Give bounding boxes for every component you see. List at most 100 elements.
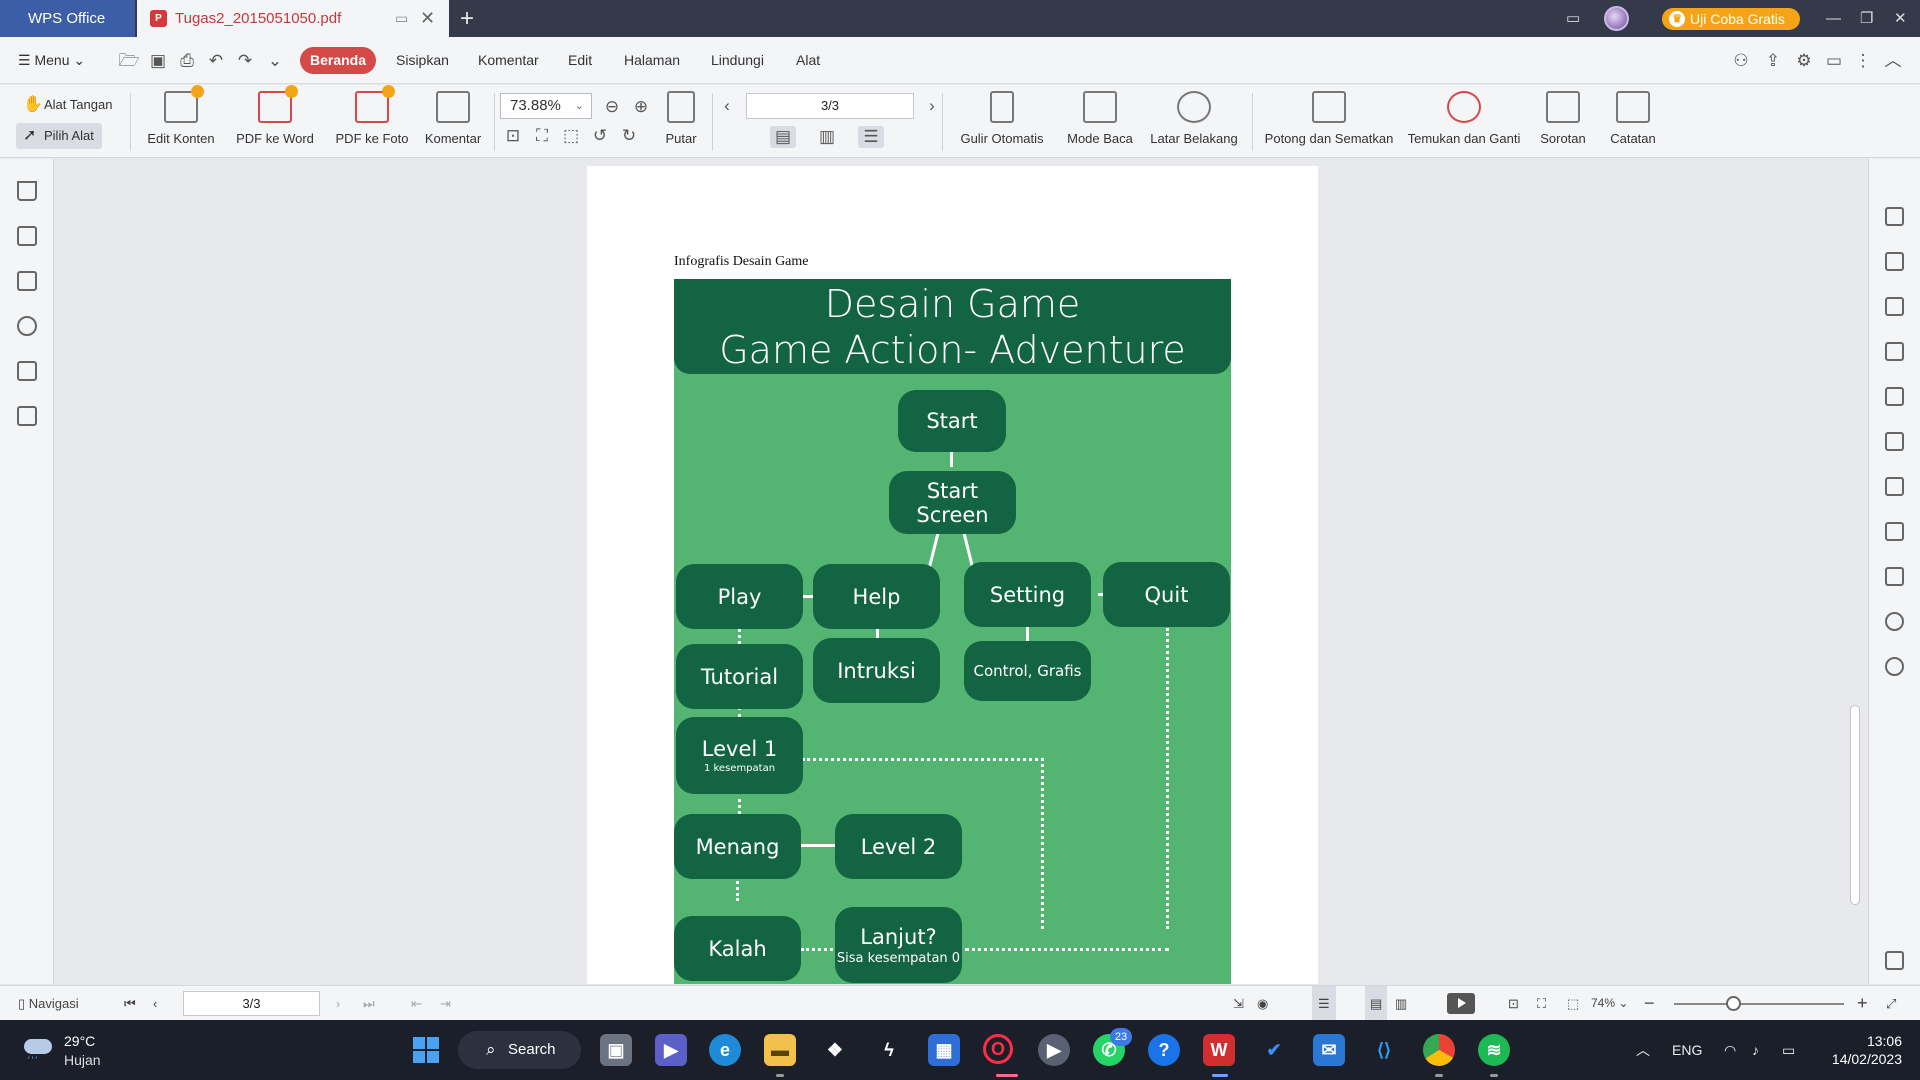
redo-icon[interactable]: ↷	[234, 50, 256, 72]
store-icon[interactable]: ▦	[928, 1034, 960, 1066]
fullscreen-icon[interactable]: ⤢	[1886, 986, 1896, 1021]
auto-scroll-button[interactable]: Gulir Otomatis	[952, 85, 1052, 158]
tab-sisipkan[interactable]: Sisipkan	[396, 37, 449, 84]
edit-text-icon[interactable]	[1885, 252, 1904, 271]
undo-icon[interactable]: ↶	[205, 50, 227, 72]
ocr-icon[interactable]	[1885, 567, 1904, 586]
dual-page-icon[interactable]: ▥	[812, 126, 842, 148]
compare-icon[interactable]	[1885, 477, 1904, 496]
single-page-icon[interactable]: ▤	[770, 126, 796, 148]
more-icon[interactable]: ⋮	[1852, 50, 1874, 72]
zoom-slider-track[interactable]	[1674, 1003, 1844, 1005]
vscode-icon[interactable]: ⟨⟩	[1368, 1034, 1400, 1066]
collapse-ribbon-icon[interactable]: ︿	[1882, 50, 1904, 72]
avatar[interactable]	[1604, 6, 1629, 31]
scroll-mode-icon[interactable]: ☰	[1312, 986, 1336, 1021]
last-page-icon[interactable]: ⏭	[363, 986, 375, 1021]
weather-description[interactable]: Hujan	[64, 1052, 101, 1068]
volume-icon[interactable]: ♪	[1752, 1020, 1759, 1080]
task-view-icon[interactable]: ▣	[600, 1034, 632, 1066]
dual-page-view-icon[interactable]: ▥	[1395, 986, 1407, 1021]
show-hidden-icons[interactable]: ︿	[1636, 1020, 1650, 1080]
next-page-icon[interactable]: ›	[336, 986, 340, 1021]
attachment-icon[interactable]	[17, 316, 37, 336]
comment-icon[interactable]: ▭	[1823, 50, 1845, 72]
tab-beranda[interactable]: Beranda	[300, 47, 376, 74]
pdf-to-photo-button[interactable]: PDF ke Foto	[332, 85, 412, 158]
read-mode-button[interactable]: Mode Baca	[1060, 85, 1140, 158]
save-icon[interactable]: ▣	[147, 50, 169, 72]
sign-document-icon[interactable]	[17, 406, 37, 426]
prev-page-icon[interactable]: ‹	[716, 95, 738, 117]
background-button[interactable]: Latar Belakang	[1146, 85, 1242, 158]
weather-temperature[interactable]: 29°C	[64, 1033, 95, 1049]
media-player-icon[interactable]: ▶	[1038, 1034, 1070, 1066]
spotify-icon[interactable]: ≋	[1478, 1034, 1510, 1066]
zoom-level[interactable]: 74% ⌄	[1591, 986, 1628, 1021]
wifi-icon[interactable]: ◠	[1724, 1020, 1736, 1080]
windows-start-icon[interactable]	[413, 1037, 440, 1064]
help-app-icon[interactable]: ?	[1148, 1034, 1180, 1066]
back-icon[interactable]: ⇤	[411, 986, 422, 1021]
system-clock[interactable]: 13:06 14/02/2023	[1826, 1032, 1902, 1068]
layout-icon[interactable]: ▭	[1566, 0, 1580, 37]
thumbnail-icon[interactable]	[17, 226, 37, 246]
mail-icon[interactable]: ✉	[1313, 1034, 1345, 1066]
actual-size-icon[interactable]: ⊡	[502, 125, 524, 147]
help-icon[interactable]	[1885, 657, 1904, 676]
wps-office-icon[interactable]: W	[1203, 1034, 1235, 1066]
meet-icon[interactable]: ▶	[655, 1034, 687, 1066]
tab-lindungi[interactable]: Lindungi	[711, 37, 764, 84]
chrome-icon[interactable]	[1423, 1034, 1455, 1066]
zoom-in-icon[interactable]: ⊕	[630, 96, 652, 118]
pdf-to-word-button[interactable]: PDF ke Word	[230, 85, 320, 158]
forward-icon[interactable]: ⇥	[440, 986, 451, 1021]
open-folder-icon[interactable]: 🗁	[118, 50, 140, 72]
pen-icon[interactable]	[1885, 432, 1904, 451]
document-properties-icon[interactable]	[1885, 207, 1904, 226]
export-page-icon[interactable]: ⇲	[1233, 986, 1244, 1021]
rotate-button[interactable]: Putar	[656, 85, 706, 158]
restore-icon[interactable]: ❐	[1860, 0, 1873, 37]
menu-button[interactable]: ☰ Menu ⌄	[18, 37, 85, 84]
close-window-icon[interactable]: ✕	[1894, 0, 1907, 37]
capcut-icon[interactable]: ϟ	[873, 1034, 905, 1066]
find-replace-button[interactable]: Temukan dan Ganti	[1403, 85, 1525, 158]
apps-grid-icon[interactable]	[1885, 951, 1904, 970]
tab-edit[interactable]: Edit	[568, 37, 592, 84]
highlight-button[interactable]: Sorotan	[1532, 85, 1594, 158]
scrollbar-thumb[interactable]	[1850, 705, 1860, 905]
fit-width-icon[interactable]: ⬚	[560, 125, 582, 147]
tab-halaman[interactable]: Halaman	[624, 37, 680, 84]
fill-form-icon[interactable]	[1885, 297, 1904, 316]
customize-icon[interactable]: ⌄	[264, 50, 286, 72]
battery-icon[interactable]: ▭	[1782, 1020, 1795, 1080]
extract-icon[interactable]	[1885, 387, 1904, 406]
tab-komentar[interactable]: Komentar	[478, 37, 539, 84]
fit-page-status-icon[interactable]: ⛶	[1537, 986, 1546, 1021]
file-explorer-icon[interactable]: ▬	[764, 1034, 796, 1066]
play-slideshow-button[interactable]	[1447, 993, 1475, 1014]
status-page-field[interactable]: 3/3	[183, 991, 320, 1016]
actual-size-status-icon[interactable]: ⊡	[1508, 986, 1519, 1021]
zoom-out-status-icon[interactable]: −	[1644, 986, 1655, 1021]
print-panel-icon[interactable]	[1885, 522, 1904, 541]
zoom-out-icon[interactable]: ⊖	[601, 96, 623, 118]
language-indicator[interactable]: ENG	[1672, 1020, 1702, 1080]
comment-button[interactable]: Komentar	[418, 85, 488, 158]
todo-icon[interactable]: ✔	[1258, 1034, 1290, 1066]
zoom-select[interactable]: 73.88% ⌄	[500, 93, 592, 119]
hand-tool-button[interactable]: ✋ Alat Tangan	[16, 92, 112, 118]
continuous-scroll-icon[interactable]: ☰	[858, 126, 884, 148]
print-icon[interactable]: ⎙	[176, 50, 198, 72]
zoom-slider-knob[interactable]	[1726, 996, 1741, 1011]
opera-icon[interactable]: O	[983, 1034, 1013, 1064]
comment-panel-icon[interactable]	[17, 271, 37, 291]
edit-content-button[interactable]: Edit Konten	[140, 85, 222, 158]
close-tab-icon[interactable]: ✕	[420, 0, 435, 37]
crop-embed-button[interactable]: Potong dan Sematkan	[1262, 85, 1396, 158]
taskbar-search[interactable]: ⌕ Search	[458, 1031, 581, 1069]
first-page-icon[interactable]: ⏮	[124, 986, 136, 1021]
previous-page-icon[interactable]: ‹	[153, 986, 157, 1021]
select-tool-button[interactable]: ➚ Pilih Alat	[16, 123, 102, 149]
